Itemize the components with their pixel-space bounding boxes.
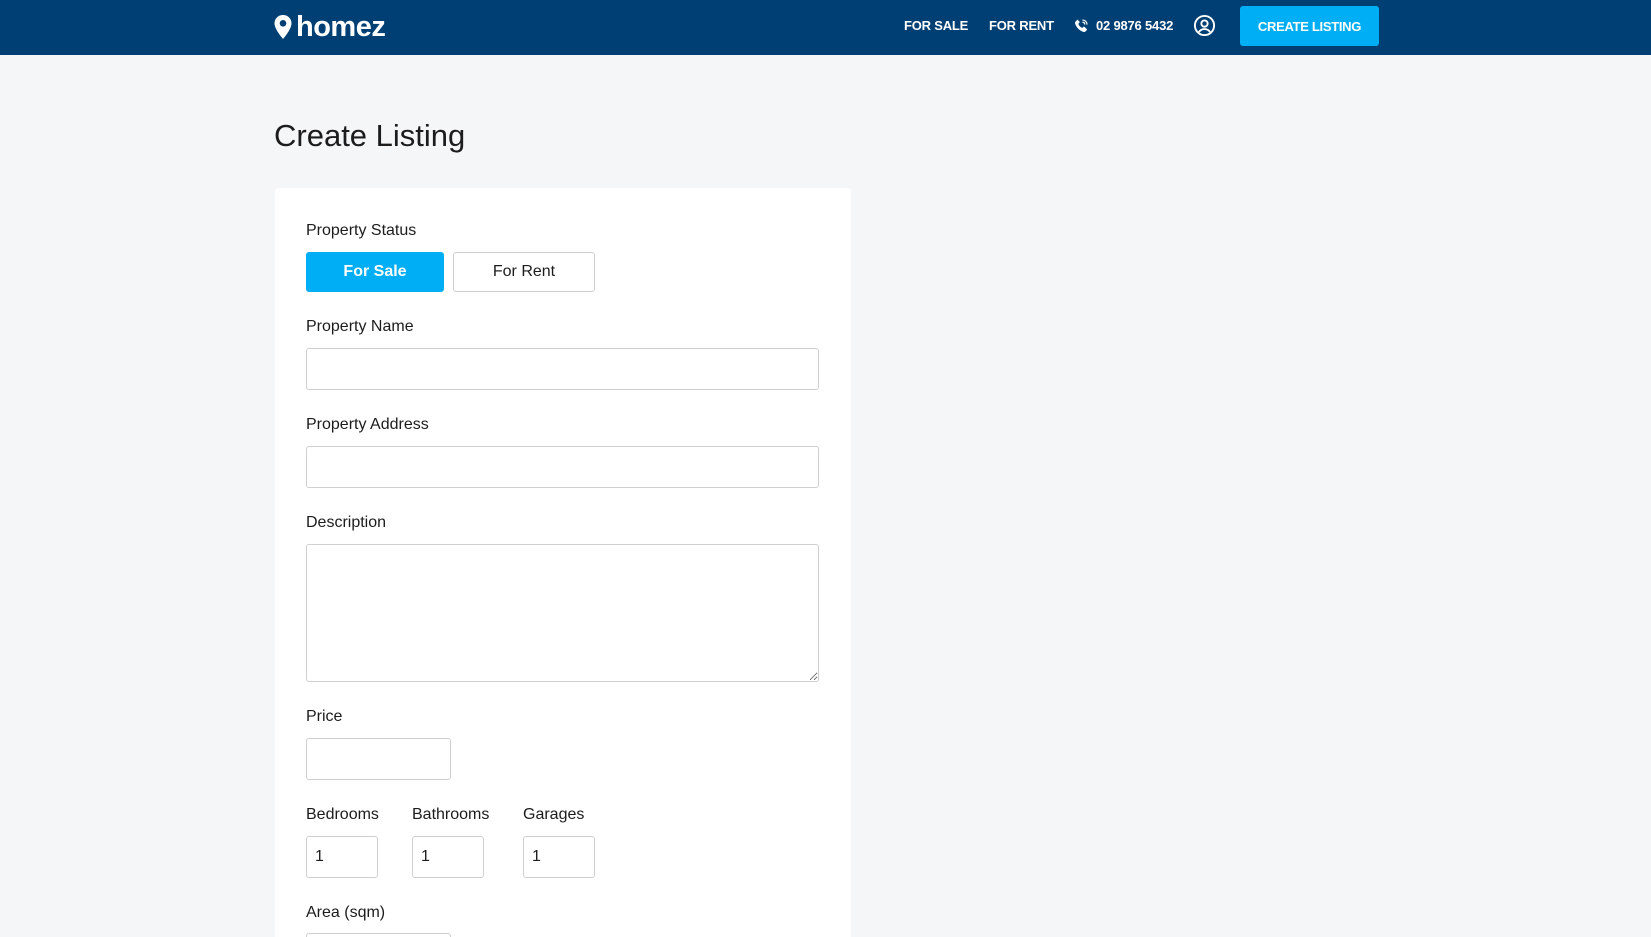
price-label: Price xyxy=(306,708,343,725)
page-title: Create Listing xyxy=(274,118,466,153)
phone-icon xyxy=(1074,18,1088,32)
property-address-input[interactable] xyxy=(306,446,819,488)
property-name-input[interactable] xyxy=(306,348,819,390)
nav-for-rent-link[interactable]: FOR RENT xyxy=(989,18,1054,33)
bathrooms-input[interactable] xyxy=(412,836,484,878)
phone-contact[interactable]: 02 9876 5432 xyxy=(1074,15,1173,35)
create-listing-button[interactable]: CREATE LISTING xyxy=(1240,6,1379,46)
garages-label: Garages xyxy=(523,806,585,823)
bedrooms-input[interactable] xyxy=(306,836,378,878)
property-name-label: Property Name xyxy=(306,318,414,335)
bathrooms-label: Bathrooms xyxy=(412,806,490,823)
user-account-icon xyxy=(1193,14,1216,37)
price-input[interactable] xyxy=(306,738,451,780)
location-pin-icon xyxy=(274,15,292,39)
area-input[interactable] xyxy=(306,933,451,937)
create-listing-form: Property Status For Sale For Rent Proper… xyxy=(275,188,851,937)
status-for-rent-button[interactable]: For Rent xyxy=(453,252,595,292)
property-address-label: Property Address xyxy=(306,416,429,433)
top-navigation-bar: homez FOR SALE FOR RENT 02 9876 5432 CRE… xyxy=(0,0,1651,55)
bedrooms-label: Bedrooms xyxy=(306,806,379,823)
status-for-sale-button[interactable]: For Sale xyxy=(306,252,444,292)
garages-input[interactable] xyxy=(523,836,595,878)
property-status-label: Property Status xyxy=(306,222,417,239)
phone-number: 02 9876 5432 xyxy=(1096,17,1174,33)
nav-for-sale-link[interactable]: FOR SALE xyxy=(904,18,968,33)
user-account-button[interactable] xyxy=(1193,14,1216,37)
brand-logo[interactable]: homez xyxy=(273,9,386,45)
brand-name: homez xyxy=(296,10,386,43)
description-textarea[interactable] xyxy=(306,544,819,682)
area-label: Area (sqm) xyxy=(306,904,386,921)
description-label: Description xyxy=(306,514,387,531)
